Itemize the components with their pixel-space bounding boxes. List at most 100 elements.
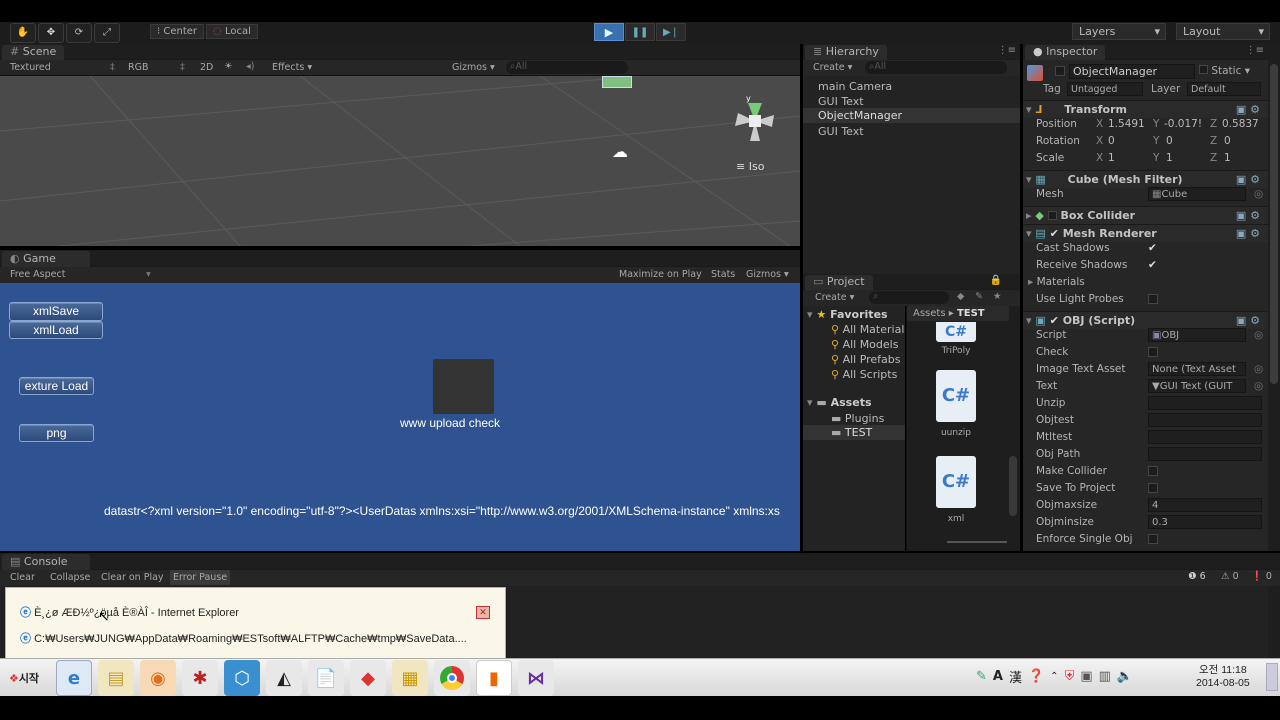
help-icon[interactable]: ❓	[1028, 669, 1044, 684]
ime-mode-a[interactable]: A	[993, 669, 1003, 684]
cube-gizmo[interactable]	[602, 76, 632, 88]
console-scrollbar[interactable]	[1268, 586, 1280, 658]
rotation-y-field[interactable]: 0	[1166, 133, 1173, 150]
scale-x-field[interactable]: 1	[1108, 150, 1115, 167]
slides-app-taskbar-icon[interactable]: ▮	[476, 660, 512, 696]
explorer-taskbar-icon[interactable]: ▤	[98, 660, 134, 696]
objminsize-field[interactable]: 0.3	[1148, 515, 1262, 529]
console-collapse-button[interactable]: Collapse	[50, 572, 90, 583]
layout-dropdown[interactable]: Layout ▾	[1176, 23, 1270, 40]
tab-project[interactable]: ▭ Project	[805, 275, 873, 290]
save-to-project-checkbox[interactable]	[1148, 483, 1158, 493]
popup-item-ie-window[interactable]: ⓔ È¸¿ø ÆÐ½º¿öµå È®ÀÎ - Internet Explorer	[20, 604, 239, 620]
objtest-field[interactable]	[1148, 413, 1262, 427]
filter-label-icon[interactable]: ✎	[975, 291, 983, 302]
tab-game[interactable]: ◐ Game	[2, 251, 90, 267]
breadcrumb-root[interactable]: Assets	[913, 308, 946, 319]
mesh-renderer-checkbox[interactable]: ✔	[1050, 227, 1059, 240]
inspector-menu-icon[interactable]: ⋮≡	[1246, 45, 1264, 56]
active-checkbox[interactable]	[1055, 66, 1065, 76]
list-item[interactable]: ⚲ All Prefabs	[831, 353, 901, 366]
xmlload-button[interactable]: xmlLoad	[9, 321, 103, 339]
tab-inspector[interactable]: ● Inspector	[1025, 45, 1106, 60]
hierarchy-search-input[interactable]: ⌕All	[865, 61, 1007, 74]
ime-icon[interactable]: ✎	[976, 669, 987, 684]
tab-hierarchy[interactable]: ≣ Hierarchy	[805, 45, 887, 60]
chrome-taskbar-icon[interactable]	[434, 660, 470, 696]
hierarchy-menu-icon[interactable]: ⋮≡	[998, 45, 1016, 56]
folder-app-taskbar-icon[interactable]: ▦	[392, 660, 428, 696]
device-tray-icon[interactable]: ▣	[1080, 669, 1092, 684]
objmaxsize-field[interactable]: 4	[1148, 498, 1262, 512]
static-toggle[interactable]: Static ▾	[1199, 65, 1250, 77]
position-y-field[interactable]: -0.017!	[1164, 116, 1206, 133]
ie-taskbar-icon[interactable]: e	[56, 660, 92, 696]
rotate-tool-icon[interactable]: ⟳	[66, 23, 92, 43]
orientation-gizmo[interactable]: y	[730, 91, 780, 151]
unity-taskbar-icon[interactable]: ◭	[266, 660, 302, 696]
component-settings-icon[interactable]: ▣ ⚙	[1236, 207, 1260, 225]
aspect-dropdown[interactable]: Free Aspect	[10, 269, 65, 280]
list-item[interactable]: GUI Text	[818, 95, 864, 108]
object-name-field[interactable]: ObjectManager	[1069, 64, 1195, 79]
stats-toggle[interactable]: Stats	[711, 269, 735, 280]
iso-label[interactable]: ≡ Iso	[736, 160, 764, 173]
bug-app-taskbar-icon[interactable]: ✱	[182, 660, 218, 696]
show-desktop-button[interactable]	[1266, 663, 1278, 691]
tag-dropdown[interactable]: Untagged	[1067, 82, 1143, 96]
scale-z-field[interactable]: 1	[1224, 150, 1231, 167]
console-error-count[interactable]: ❗ 0	[1251, 571, 1272, 582]
assets-header[interactable]: ▾ ▬ Assets	[807, 396, 872, 409]
light-probes-checkbox[interactable]	[1148, 294, 1158, 304]
security-tray-icon[interactable]: ⛨	[1065, 669, 1075, 684]
object-picker-icon[interactable]: ◎	[1254, 327, 1263, 344]
audio-icon[interactable]: ◂)	[246, 61, 254, 72]
render-mode-dropdown[interactable]: RGB	[128, 62, 148, 73]
tab-scene[interactable]: # Scene	[2, 45, 65, 60]
project-search-input[interactable]: ⌕	[869, 291, 949, 304]
eraser-app-taskbar-icon[interactable]: ◆	[350, 660, 386, 696]
hand-tool-icon[interactable]: ✋	[10, 23, 36, 43]
pivot-local-button[interactable]: ◌ Local	[206, 24, 258, 39]
rotation-x-field[interactable]: 0	[1108, 133, 1115, 150]
start-button[interactable]: ❖ 시작	[0, 667, 48, 689]
object-picker-icon[interactable]: ◎	[1254, 361, 1263, 378]
scale-tool-icon[interactable]: ⤢	[94, 23, 120, 43]
static-checkbox[interactable]	[1199, 65, 1208, 74]
document-app-taskbar-icon[interactable]: 📄	[308, 660, 344, 696]
hierarchy-create-button[interactable]: Create ▾	[813, 62, 852, 73]
list-item[interactable]: ⚲ All Scripts	[831, 368, 897, 381]
mtltest-field[interactable]	[1148, 430, 1262, 444]
xmlsave-button[interactable]: xmlSave	[9, 302, 103, 321]
file-xml[interactable]: C# xml	[931, 456, 981, 524]
play-button[interactable]: ▶	[594, 23, 624, 41]
object-picker-icon[interactable]: ◎	[1254, 186, 1263, 203]
tab-console[interactable]: ▤ Console	[2, 554, 90, 570]
step-button[interactable]: ▶❘	[656, 23, 686, 41]
console-warning-count[interactable]: ⚠ 0	[1221, 571, 1239, 582]
maximize-on-play-toggle[interactable]: Maximize on Play	[619, 269, 702, 280]
position-x-field[interactable]: 1.5491	[1108, 116, 1145, 133]
ime-mode-han[interactable]: 漢	[1009, 667, 1022, 686]
cast-shadows-checkbox[interactable]: ✔	[1148, 240, 1157, 257]
receive-shadows-checkbox[interactable]: ✔	[1148, 257, 1157, 274]
console-error-pause-button[interactable]: Error Pause	[170, 570, 231, 585]
inspector-scrollbar[interactable]	[1268, 44, 1280, 551]
media-player-taskbar-icon[interactable]: ◉	[140, 660, 176, 696]
list-item[interactable]: ⚲ All Material	[831, 323, 904, 336]
visual-studio-taskbar-icon[interactable]: ⋈	[518, 660, 554, 696]
lighting-icon[interactable]: ☀	[224, 61, 233, 72]
tray-expand-icon[interactable]: ⌃	[1050, 671, 1058, 682]
box-collider-header[interactable]: ▸ ◆ Box Collider ▣ ⚙	[1023, 206, 1268, 224]
list-item[interactable]: main Camera	[818, 80, 892, 93]
console-log-count[interactable]: ❶ 6	[1188, 571, 1206, 582]
popup-close-button[interactable]: ✕	[476, 606, 490, 619]
game-viewport[interactable]: xmlSave xmlLoad exture Load png www uplo…	[0, 283, 800, 551]
box-collider-checkbox[interactable]	[1047, 211, 1057, 220]
script-reference-field[interactable]: ▣OBJ	[1148, 328, 1246, 342]
network-app-taskbar-icon[interactable]: ⬡	[224, 660, 260, 696]
mesh-field[interactable]: ▦Cube	[1148, 187, 1246, 201]
list-item-selected[interactable]: ▬ TEST	[803, 425, 905, 440]
scene-search-input[interactable]: ⌕All	[506, 61, 628, 74]
shading-mode-dropdown[interactable]: Textured	[10, 62, 51, 73]
